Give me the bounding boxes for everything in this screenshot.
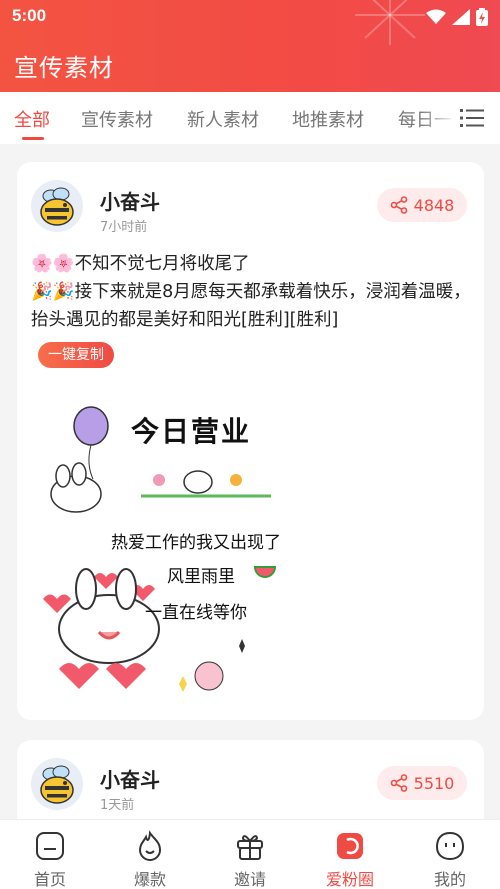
post-text: 🌸🌸不知不觉七月将收尾了 🎉🎉接下来就是8月愿每天都承载着快乐，浸润着温暖，抬头… — [31, 250, 471, 334]
poster-line: 风里雨里 — [167, 567, 235, 587]
profile-icon — [435, 831, 465, 861]
poster-title: 今日营业 — [131, 415, 252, 448]
poster-line: 一直在线等你 — [145, 603, 247, 623]
category-tabs: 全部 宣传素材 新人素材 地推素材 每日一 — [0, 92, 500, 144]
nav-home[interactable]: 首页 — [0, 820, 100, 889]
gift-icon — [237, 835, 263, 860]
page-title: 宣传素材 — [14, 54, 114, 82]
wifi-icon — [426, 9, 446, 24]
nav-label: 邀请 — [233, 870, 266, 889]
post-time: 7小时前 — [100, 220, 148, 235]
active-tab-indicator — [22, 137, 44, 140]
status-time: 5:00 — [12, 6, 47, 25]
home-icon — [36, 832, 64, 860]
battery-icon — [476, 8, 488, 26]
bee-avatar-icon — [40, 187, 74, 226]
share-count: 4848 — [413, 195, 455, 215]
tab-newcomer-material[interactable]: 新人素材 — [187, 106, 259, 132]
nav-label: 首页 — [33, 870, 66, 889]
share-count: 5510 — [413, 773, 455, 793]
post-time: 1天前 — [100, 798, 135, 813]
bee-avatar-icon — [40, 765, 74, 804]
flame-icon — [138, 830, 162, 861]
share-icon — [390, 196, 407, 214]
bottom-nav: 首页 爆款 邀请 爱粉圈 我的 — [0, 819, 500, 889]
tab-ground-material[interactable]: 地推素材 — [292, 106, 364, 132]
copy-button[interactable]: 一键复制 — [38, 342, 114, 368]
avatar[interactable] — [31, 758, 83, 810]
author-name[interactable]: 小奋斗 — [100, 764, 160, 793]
signal-icon — [452, 9, 470, 25]
tab-promo-material[interactable]: 宣传素材 — [81, 106, 153, 132]
nav-profile[interactable]: 我的 — [400, 820, 500, 889]
post-text-line: 🎉🎉接下来就是8月愿每天都承载着快乐，浸润着温暖，抬头遇见的都是美好和阳光[胜利… — [31, 282, 471, 330]
status-bar: 5:00 — [0, 0, 500, 36]
nav-label: 爱粉圈 — [325, 870, 374, 889]
post-card: 小奋斗 7小时前 4848 🌸🌸不知不觉七月将收尾了 🎉🎉接下来就是8月愿每天都… — [17, 162, 484, 720]
nav-label: 爆款 — [133, 870, 166, 889]
share-icon — [390, 774, 407, 792]
avatar[interactable] — [31, 180, 83, 232]
author-name[interactable]: 小奋斗 — [100, 186, 160, 215]
share-button[interactable]: 5510 — [377, 766, 467, 800]
post-card: 小奋斗 1天前 5510 — [17, 740, 484, 830]
app-header: 5:00 宣传素材 — [0, 0, 500, 92]
nav-hot[interactable]: 爆款 — [100, 820, 200, 889]
tab-all[interactable]: 全部 — [14, 106, 50, 132]
nav-label: 我的 — [433, 870, 466, 889]
list-menu-icon[interactable] — [460, 108, 484, 128]
share-button[interactable]: 4848 — [377, 188, 467, 222]
post-image[interactable]: 今日营业 热爱工作的我又出现了 风里雨里 一直在线等你 — [31, 384, 295, 704]
nav-invite[interactable]: 邀请 — [200, 820, 300, 889]
fan-circle-icon — [337, 833, 363, 859]
nav-fan-circle[interactable]: 爱粉圈 — [300, 820, 400, 889]
poster-line: 热爱工作的我又出现了 — [111, 533, 281, 553]
post-text-line: 🌸🌸不知不觉七月将收尾了 — [31, 254, 250, 274]
